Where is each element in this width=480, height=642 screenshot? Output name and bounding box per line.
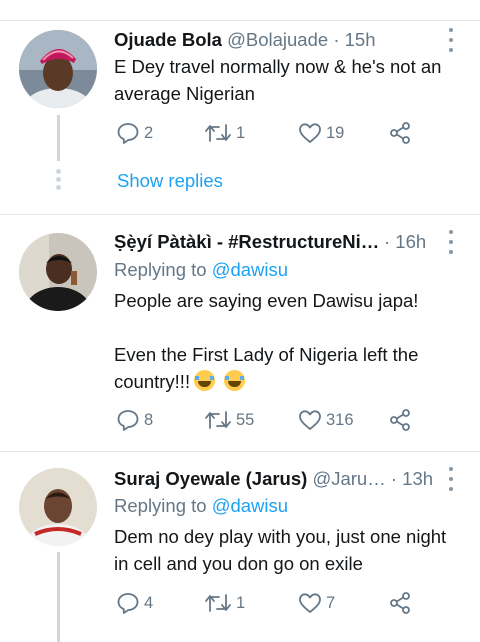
- avatar[interactable]: [19, 30, 97, 108]
- more-icon[interactable]: [444, 467, 458, 491]
- tweet-text: People are saying even Dawisu japa! Even…: [114, 287, 464, 395]
- reply-count: 4: [144, 593, 154, 612]
- display-name[interactable]: Ṣẹ̀yí Pàtàkì - #RestructureNi…: [114, 231, 379, 252]
- retweet-count: 1: [236, 593, 246, 612]
- tweet-actions: 8 55 316: [116, 408, 426, 434]
- avatar[interactable]: [19, 233, 97, 311]
- retweet-count: 1: [236, 123, 246, 142]
- like-count: 316: [326, 410, 354, 429]
- tweet-1[interactable]: Ojuade Bola @Bolajuade · 15h E Dey trave…: [0, 0, 480, 214]
- timestamp[interactable]: · 15h: [333, 29, 375, 50]
- tweet-3[interactable]: Suraj Oyewale (Jarus) @Jaru… · 13h Reply…: [0, 452, 480, 642]
- like-count: 7: [326, 593, 336, 612]
- text-line: average Nigerian: [114, 83, 255, 104]
- retweet-icon: [205, 411, 231, 429]
- share-icon: [390, 592, 410, 614]
- share-icon: [390, 409, 410, 431]
- text-line: Dem no dey play with you, just one night: [114, 526, 447, 547]
- like-icon: [299, 123, 321, 143]
- replying-to-handle[interactable]: @dawisu: [212, 495, 288, 516]
- text-line-emoji: country!!!: [114, 368, 464, 395]
- handle[interactable]: @Bolajuade: [227, 29, 328, 50]
- thread-line: [57, 115, 60, 161]
- text-line: Even the First Lady of Nigeria left the: [114, 344, 419, 365]
- retweet-count: 55: [236, 410, 255, 429]
- tweet-header: Ojuade Bola @Bolajuade · 15h: [114, 29, 375, 51]
- tweet-actions: 4 1 7: [116, 591, 426, 617]
- tweet-header: Ṣẹ̀yí Pàtàkì - #RestructureNi…: [114, 231, 379, 253]
- text-line: country!!!: [114, 371, 191, 392]
- share-button[interactable]: [388, 591, 412, 615]
- retweet-icon: [205, 594, 231, 612]
- reply-count: 8: [144, 410, 154, 429]
- tweet-text: Dem no dey play with you, just one night…: [114, 523, 464, 577]
- display-name[interactable]: Suraj Oyewale (Jarus): [114, 468, 307, 489]
- show-replies-link[interactable]: Show replies: [117, 170, 223, 192]
- retweet-button[interactable]: 1: [204, 591, 245, 615]
- text-line: [114, 314, 464, 341]
- like-count: 19: [326, 123, 345, 142]
- reply-icon: [117, 123, 139, 144]
- like-button[interactable]: 19: [298, 121, 344, 145]
- reply-button[interactable]: 8: [116, 408, 153, 432]
- text-line: People are saying even Dawisu japa!: [114, 290, 419, 311]
- laughing-crying-emoji-icon: [194, 370, 216, 391]
- thread-dots: [56, 169, 61, 193]
- tweet-2[interactable]: Ṣẹ̀yí Pàtàkì - #RestructureNi… · 16h Rep…: [0, 215, 480, 451]
- timestamp[interactable]: · 13h: [391, 468, 433, 489]
- display-name[interactable]: Ojuade Bola: [114, 29, 222, 50]
- replying-to-label: Replying to: [114, 259, 212, 280]
- reply-icon: [117, 593, 139, 614]
- tweet-time: · 16h: [384, 231, 426, 253]
- reply-button[interactable]: 2: [116, 121, 153, 145]
- retweet-button[interactable]: 1: [204, 121, 245, 145]
- laughing-crying-emoji-icon: [224, 370, 246, 391]
- like-button[interactable]: 316: [298, 408, 354, 432]
- text-line: in cell and you don go on exile: [114, 553, 363, 574]
- reply-icon: [117, 410, 139, 431]
- reply-button[interactable]: 4: [116, 591, 153, 615]
- thread-line: [57, 552, 60, 642]
- retweet-icon: [205, 124, 231, 142]
- replying-to-handle[interactable]: @dawisu: [212, 259, 288, 280]
- like-icon: [299, 593, 321, 613]
- replying-to: Replying to @dawisu: [114, 259, 288, 281]
- handle[interactable]: @Jaru…: [312, 468, 385, 489]
- replying-to-label: Replying to: [114, 495, 212, 516]
- like-icon: [299, 410, 321, 430]
- replying-to: Replying to @dawisu: [114, 495, 288, 517]
- like-button[interactable]: 7: [298, 591, 335, 615]
- more-icon[interactable]: [444, 230, 458, 254]
- retweet-button[interactable]: 55: [204, 408, 254, 432]
- share-button[interactable]: [388, 121, 412, 145]
- share-button[interactable]: [388, 408, 412, 432]
- avatar[interactable]: [19, 468, 97, 546]
- tweet-header: Suraj Oyewale (Jarus) @Jaru… · 13h: [114, 468, 433, 490]
- tweet-actions: 2 1 19: [116, 121, 426, 147]
- reply-count: 2: [144, 123, 154, 142]
- more-icon[interactable]: [444, 28, 458, 52]
- text-line: E Dey travel normally now & he's not an: [114, 56, 442, 77]
- tweet-text: E Dey travel normally now & he's not an …: [114, 53, 464, 107]
- timestamp[interactable]: · 16h: [384, 231, 426, 252]
- share-icon: [390, 122, 410, 144]
